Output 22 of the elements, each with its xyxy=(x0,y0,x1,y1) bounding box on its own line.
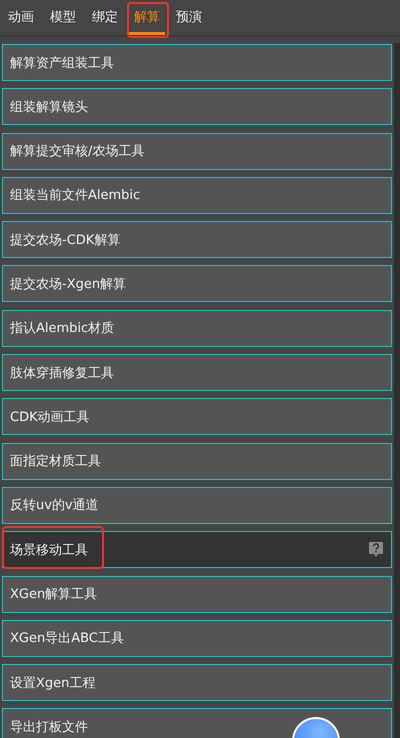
tool-button[interactable]: 指认Alembic材质 xyxy=(2,310,392,347)
tool-button[interactable]: 反转uv的v通道 xyxy=(2,486,392,524)
tool-button[interactable]: 解算资产组装工具 xyxy=(2,44,392,81)
tool-button[interactable]: 肢体穿插修复工具 xyxy=(2,354,392,392)
tool-button[interactable]: 提交农场-Xgen解算 xyxy=(2,265,392,302)
tab[interactable]: 动画 xyxy=(3,0,39,35)
tab[interactable]: 模型 xyxy=(45,0,81,35)
tool-button[interactable]: XGen解算工具 xyxy=(2,576,392,613)
tool-button[interactable]: 组装当前文件Alembic xyxy=(2,176,392,214)
tab[interactable]: 绑定 xyxy=(87,0,123,35)
help-icon[interactable] xyxy=(368,541,384,558)
tool-button[interactable]: 导出打板文件 xyxy=(2,708,392,738)
tab[interactable]: 解算 xyxy=(129,0,165,35)
tool-button[interactable]: 解算提交审核/农场工具 xyxy=(2,132,392,170)
tool-button[interactable]: 面指定材质工具 xyxy=(2,442,392,480)
tool-button[interactable]: CDK动画工具 xyxy=(2,398,392,436)
tool-button[interactable]: 提交农场-CDK解算 xyxy=(2,221,392,258)
tool-button[interactable]: 设置Xgen工程 xyxy=(2,664,392,702)
tab[interactable]: 预演 xyxy=(171,0,207,35)
tool-button[interactable]: 组装解算镜头 xyxy=(2,88,392,126)
tool-button[interactable]: XGen导出ABC工具 xyxy=(2,620,392,657)
tool-button[interactable]: 场景移动工具 xyxy=(2,531,392,568)
